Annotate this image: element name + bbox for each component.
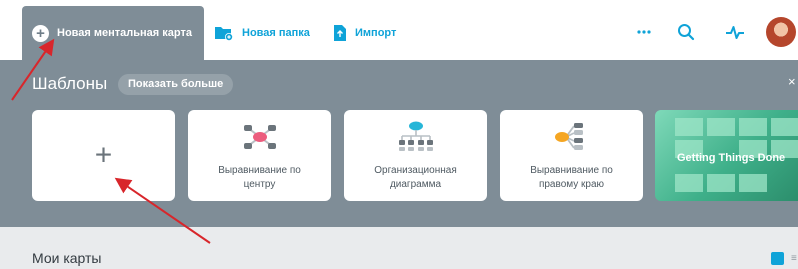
annotation-arrow-to-new-map (11, 38, 55, 101)
annotation-arrows (11, 38, 211, 244)
annotation-arrow-to-blank-template (114, 177, 211, 244)
